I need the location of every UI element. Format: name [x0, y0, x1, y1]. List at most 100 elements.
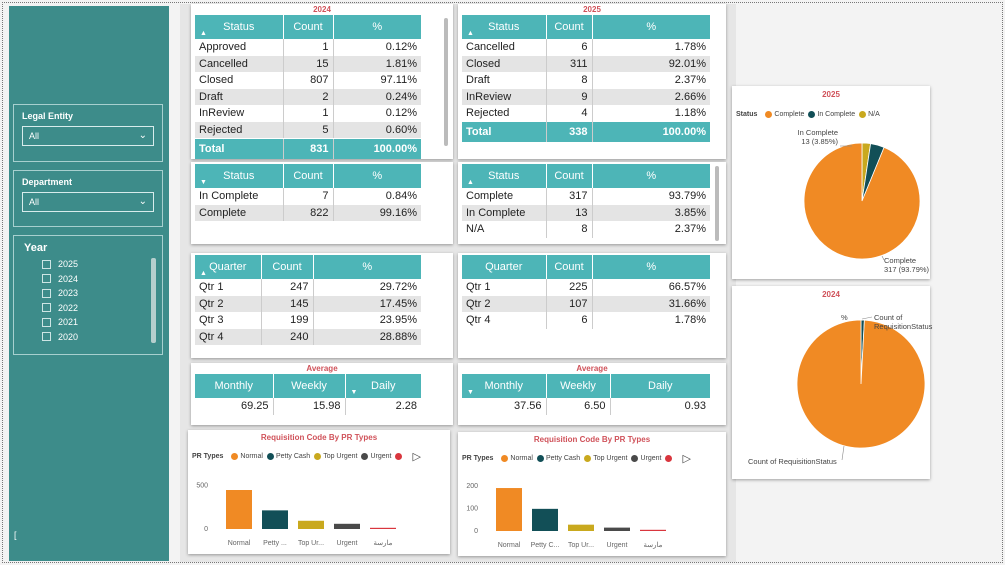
column-header-percent[interactable]: %	[313, 255, 421, 279]
bar[interactable]	[370, 527, 396, 529]
checkbox[interactable]	[42, 288, 51, 298]
table-row: Rejected 4 1.18%	[462, 105, 710, 122]
year-option[interactable]: 2022	[14, 301, 162, 316]
play-icon[interactable]: ▷	[682, 452, 690, 465]
table-row: Complete 822 99.16%	[195, 204, 421, 221]
table-row: Qtr 1 225 66.57%	[462, 279, 710, 296]
bar[interactable]	[496, 488, 522, 531]
legal-entity-dropdown[interactable]: All ⌄	[22, 126, 154, 146]
column-header-monthly[interactable]: Monthly	[195, 374, 274, 398]
column-header-percent[interactable]: %	[592, 255, 710, 279]
pie-chart-2025: 2025 Status Complete In Complete N/A In …	[732, 86, 930, 279]
column-header-percent[interactable]: %	[333, 15, 421, 39]
column-header-monthly[interactable]: ▼ Monthly	[462, 374, 547, 398]
checkbox[interactable]	[42, 259, 51, 269]
column-header-count[interactable]: Count	[546, 164, 593, 188]
column-header-weekly[interactable]: Weekly	[273, 374, 346, 398]
bar[interactable]	[532, 508, 558, 531]
pie-slice[interactable]	[796, 319, 926, 449]
scrollbar[interactable]	[715, 166, 719, 241]
table-row: In Complete 13 3.85%	[462, 204, 710, 221]
column-header-count[interactable]: Count	[261, 255, 314, 279]
column-header-count[interactable]: Count	[546, 255, 593, 279]
column-header-quarter[interactable]: ▲ Quarter	[195, 255, 262, 279]
legend-dot-petty-cash	[266, 453, 274, 460]
pie-slice[interactable]	[803, 142, 921, 260]
year-option[interactable]: 2023	[14, 286, 162, 301]
table-row: Rejected 5 0.60%	[195, 121, 421, 138]
sort-up-icon[interactable]: ▲	[200, 30, 207, 37]
table-row: In Complete 7 0.84%	[195, 188, 421, 205]
column-header-status[interactable]: ▲ Status	[195, 15, 284, 39]
table-row: Closed 807 97.11%	[195, 72, 421, 89]
scrollbar[interactable]	[444, 18, 448, 146]
pie-label-bottom: Count of RequisitionStatus	[748, 457, 837, 466]
bar[interactable]	[262, 510, 288, 529]
sort-up-icon[interactable]: ▲	[200, 270, 207, 277]
year-option[interactable]: 2020	[14, 330, 162, 345]
bar[interactable]	[226, 490, 252, 529]
column-header-count[interactable]: Count	[546, 15, 593, 39]
bar-chart-plot: 0 500 Normal Petty ... Top Ur... Urgent مارسة	[196, 483, 396, 547]
x-tick-label: Urgent	[336, 540, 357, 547]
sort-down-icon[interactable]: ▼	[467, 389, 474, 396]
column-header-quarter[interactable]: Quarter	[462, 255, 547, 279]
bar-chart-2024: Requisition Code By PR Types PR Types No…	[188, 430, 450, 554]
pie-plot	[803, 142, 921, 261]
column-header-percent[interactable]: %	[333, 164, 421, 188]
sort-down-icon[interactable]: ▼	[351, 389, 358, 396]
column-header-count[interactable]: Count	[283, 15, 334, 39]
year-option[interactable]: 2021	[14, 315, 162, 330]
checkbox[interactable]	[42, 274, 51, 284]
table-row: Qtr 3 199 23.95%	[195, 312, 421, 329]
sort-up-icon[interactable]: ▲	[467, 179, 474, 186]
column-header-count[interactable]: Count	[283, 164, 334, 188]
status-table-2025: 2025 ▲ Status Count % Cancelled 6 1.78% Clo…	[458, 4, 726, 159]
pie-label-complete: Complete 317 (93.79%)	[884, 256, 930, 274]
table-row: Qtr 2 145 17.45%	[195, 295, 421, 312]
checkbox[interactable]	[42, 317, 51, 327]
bar-chart-2025: Requisition Code By PR Types PR Types No…	[458, 432, 726, 556]
year-label: Year	[24, 242, 48, 254]
checkbox[interactable]	[42, 332, 51, 342]
legal-entity-label: Legal Entity	[22, 111, 74, 121]
chart-title: Requisition Code By PR Types	[260, 433, 378, 442]
play-icon[interactable]: ▷	[412, 450, 420, 463]
legend-dot-other	[395, 453, 403, 460]
year-option[interactable]: 2024	[14, 272, 162, 287]
sort-up-icon[interactable]: ▲	[467, 30, 474, 37]
column-header-status[interactable]: ▼ Status	[195, 164, 284, 188]
column-header-daily[interactable]: ▼ Daily	[345, 374, 421, 398]
column-header-weekly[interactable]: Weekly	[546, 374, 611, 398]
pie-label-top-pct: %	[841, 313, 848, 322]
legend-dot-top-urgent	[584, 455, 592, 462]
pie-label-top: Count of RequisitionStatus	[874, 313, 933, 331]
table-row: 37.56 6.50 0.93	[462, 398, 710, 415]
sidebar-footer-mark: [	[14, 530, 17, 540]
legend-dot-normal	[501, 455, 509, 462]
scrollbar[interactable]	[151, 258, 156, 343]
bar[interactable]	[640, 529, 666, 531]
sort-down-icon[interactable]: ▼	[200, 179, 207, 186]
column-header-daily[interactable]: Daily	[610, 374, 710, 398]
column-header-status[interactable]: ▲ Status	[462, 164, 547, 188]
checkbox[interactable]	[42, 303, 51, 313]
table-row: Qtr 4 240 28.88%	[195, 328, 421, 345]
chart-title: Requisition Code By PR Types	[533, 435, 651, 444]
status-table-2024: 2024 ▲ Status Count % Approved 1 0.12% Canc…	[191, 4, 453, 159]
column-header-percent[interactable]: %	[592, 15, 710, 39]
x-tick-label: Top Ur...	[298, 540, 324, 547]
bar[interactable]	[604, 527, 630, 531]
average-table-2024: Average Monthly Weekly ▼ Daily 69.25 15.98…	[191, 363, 453, 425]
bar[interactable]	[298, 520, 324, 529]
bar[interactable]	[568, 524, 594, 531]
table-row: InReview 1 0.12%	[195, 105, 421, 122]
year-option[interactable]: 2025	[14, 257, 162, 272]
department-dropdown[interactable]: All ⌄	[22, 192, 154, 212]
bar[interactable]	[334, 523, 360, 529]
column-header-status[interactable]: ▲ Status	[462, 15, 547, 39]
column-header-percent[interactable]: %	[592, 164, 710, 188]
table-row: 69.25 15.98 2.28	[195, 398, 421, 415]
department-label: Department	[22, 177, 73, 187]
leader-line	[861, 316, 873, 320]
